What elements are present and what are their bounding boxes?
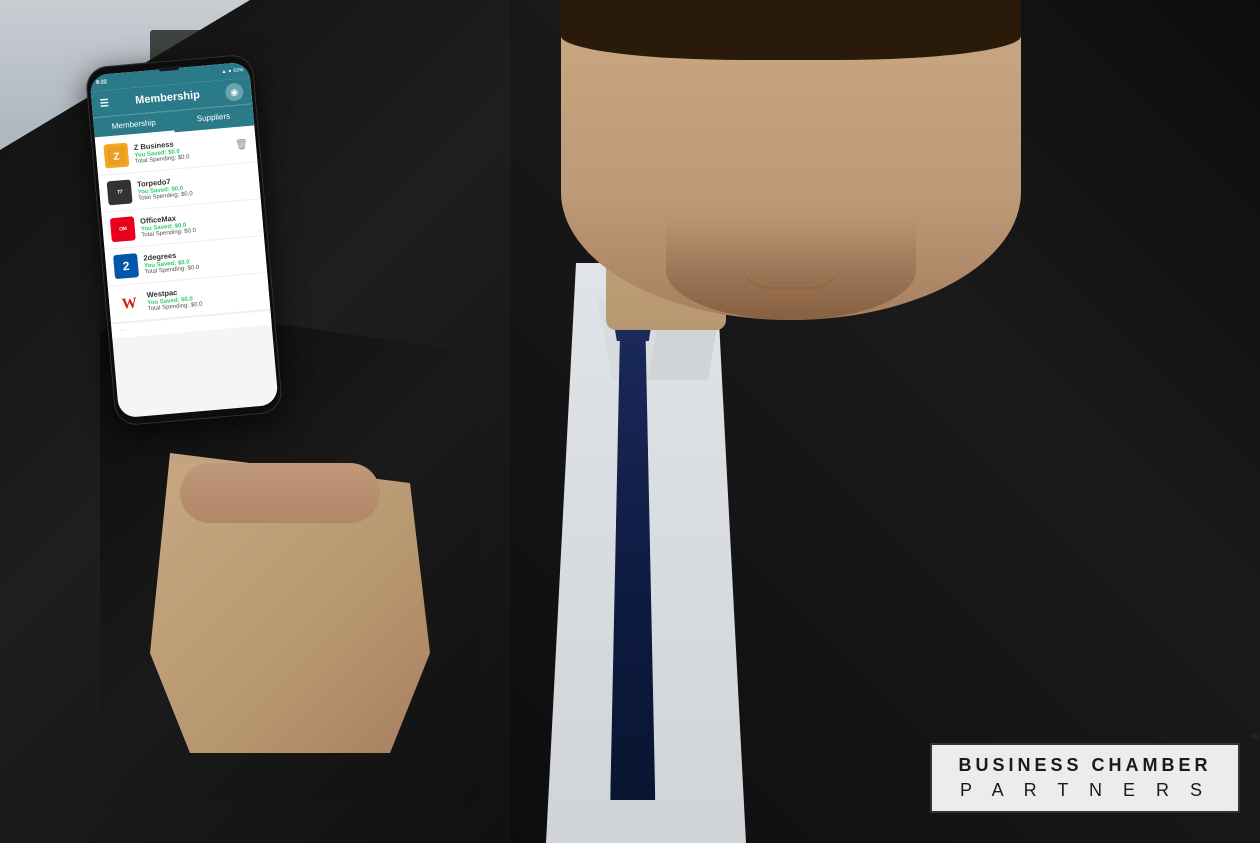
phone-body: 9:22 ▲ ● 63% ☰ Membership ◉ — [85, 53, 284, 426]
svg-text:W: W — [121, 295, 137, 312]
bcp-line2: P A R T N E R S — [952, 780, 1218, 801]
officemax-info: OfficeMax You Saved: $0.0 Total Spending… — [140, 207, 255, 239]
battery-icon: 63% — [233, 67, 244, 74]
bcp-box: BUSINESS CHAMBER P A R T N E R S — [930, 743, 1240, 813]
wifi-icon: ● — [228, 68, 232, 74]
westpac-logo: W — [116, 290, 142, 316]
phone-screen: 9:22 ▲ ● 63% ☰ Membership ◉ — [89, 62, 278, 419]
torpedo7-info: Torpedo7 You Saved: $0.0 Total Spending:… — [137, 170, 252, 202]
westpac-info: Westpac You Saved: $0.0 Total Spending: … — [146, 281, 261, 313]
officemax-logo: OM — [110, 216, 136, 242]
delete-icon[interactable]: 🗑 — [235, 139, 249, 151]
torpedo7-logo: T7 — [107, 179, 133, 205]
phone: 9:22 ▲ ● 63% ☰ Membership ◉ — [85, 53, 284, 426]
svg-text:Z: Z — [113, 151, 120, 162]
2degrees-info: 2degrees You Saved: $0.0 Total Spending:… — [143, 244, 258, 276]
menu-icon[interactable]: ☰ — [99, 97, 110, 109]
status-icons: ▲ ● 63% — [221, 67, 243, 75]
signal-icon: ▲ — [221, 69, 226, 75]
app-title: Membership — [135, 89, 201, 107]
z-business-info: Z Business You Saved: $0.0 Total Spendin… — [133, 135, 230, 165]
status-time: 9:22 — [96, 79, 107, 86]
avatar-button[interactable]: ◉ — [225, 82, 245, 102]
bcp-trademark: ™ — [1249, 733, 1260, 745]
z-business-logo: Z — [103, 143, 129, 169]
bcp-logo: BUSINESS CHAMBER P A R T N E R S ™ — [930, 743, 1240, 813]
bcp-line1: BUSINESS CHAMBER — [952, 755, 1218, 776]
avatar-icon: ◉ — [230, 86, 239, 98]
background: 9:22 ▲ ● 63% ☰ Membership ◉ — [0, 0, 1260, 843]
supplier-list: Z Z Business You Saved: $0.0 Total Spend… — [95, 125, 272, 338]
2degrees-logo: 2 — [113, 253, 139, 279]
